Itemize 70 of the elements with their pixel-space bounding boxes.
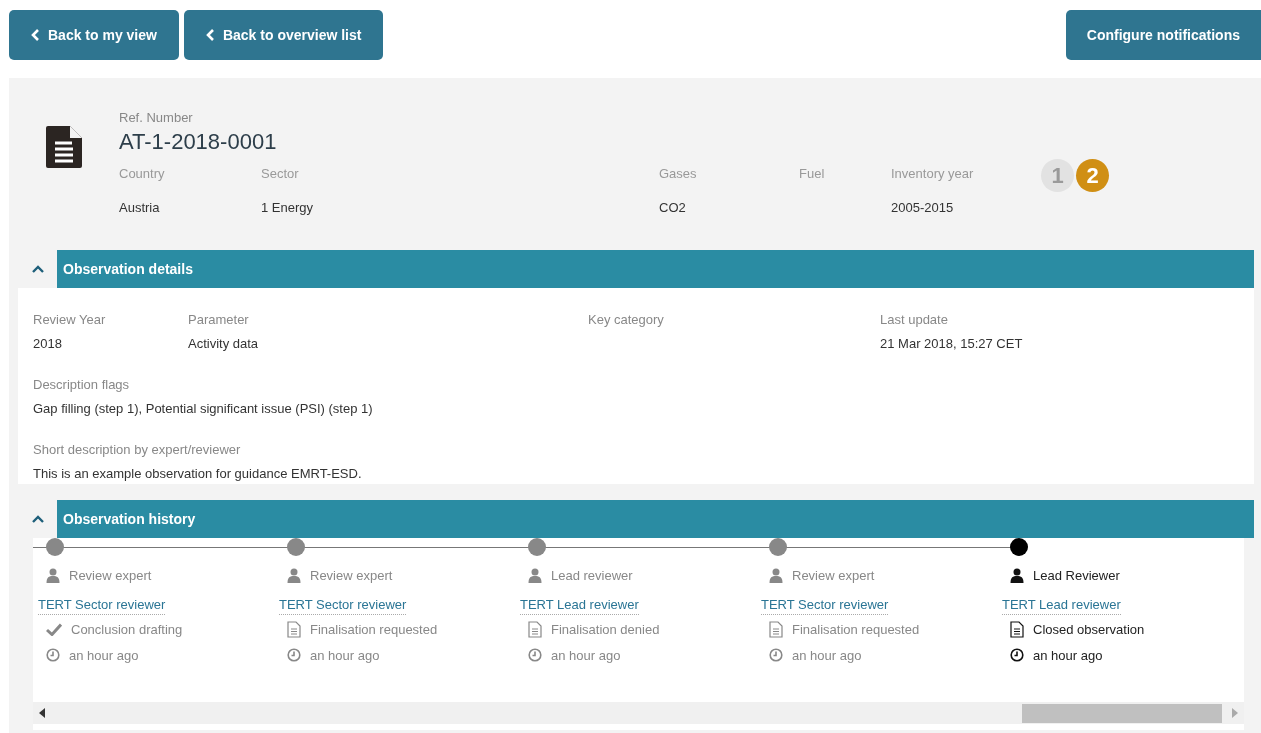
field-label: Country — [119, 164, 166, 183]
section-header[interactable]: Observation history — [57, 500, 1254, 538]
chevron-left-icon — [205, 29, 215, 41]
field-label: Gases — [659, 164, 698, 183]
person-icon — [287, 568, 301, 584]
action-text: Finalisation denied — [551, 621, 660, 639]
field-label: Key category — [588, 311, 665, 329]
configure-notifications-button[interactable]: Configure notifications — [1065, 10, 1261, 60]
field-value: This is an example observation for guidance EMRT-ESD. — [33, 464, 363, 483]
action-text: Finalisation requested — [792, 621, 920, 639]
field-value: CO2 — [659, 199, 687, 217]
field-value: Activity data — [188, 334, 260, 353]
field-label: Inventory year — [891, 164, 975, 183]
time-text: an hour ago — [310, 646, 380, 665]
time-text: an hour ago — [551, 646, 621, 665]
field-value: Gap filling (step 1), Potential significant issue (PSI) (step 1) — [33, 399, 374, 418]
user-link[interactable]: TERT Sector reviewer — [761, 594, 889, 615]
role-text: Lead reviewer — [551, 567, 633, 585]
role-text: Review expert — [69, 567, 152, 585]
document-icon — [46, 126, 82, 168]
back-button[interactable]: Back to overview list — [183, 10, 384, 60]
action-text: Conclusion drafting — [71, 621, 183, 639]
role-text: Review expert — [792, 567, 875, 585]
field-value: 21 Mar 2018, 15:27 CET — [880, 334, 1024, 353]
field-label: Sector — [261, 164, 300, 183]
clock-icon — [46, 648, 60, 663]
field-label: Review Year — [33, 311, 107, 329]
field-value: Austria — [119, 199, 161, 217]
ref-number: AT-1-2018-0001 — [119, 127, 278, 156]
chevron-left-icon — [31, 29, 40, 41]
field-value: 2018 — [33, 334, 63, 353]
field-value: 1 Energy — [261, 199, 315, 217]
clock-icon — [1010, 648, 1024, 663]
document-icon — [769, 621, 783, 639]
user-link[interactable]: TERT Sector reviewer — [279, 594, 407, 615]
clock-icon — [287, 648, 301, 663]
field-label: Parameter — [188, 311, 250, 329]
role-text: Review expert — [310, 567, 393, 585]
ref-number-label: Ref. Number — [119, 109, 194, 127]
person-icon — [528, 568, 542, 584]
time-text: an hour ago — [1033, 646, 1103, 665]
chevron-up-icon[interactable] — [31, 264, 44, 274]
time-text: an hour ago — [792, 646, 862, 665]
person-icon — [46, 568, 60, 584]
user-link[interactable]: TERT Lead reviewer — [1002, 594, 1121, 615]
step-badge[interactable]: 2 — [1076, 158, 1109, 192]
action-text: Finalisation requested — [310, 621, 438, 639]
user-link[interactable]: TERT Sector reviewer — [38, 594, 166, 615]
action-text: Closed observation — [1033, 621, 1145, 639]
person-icon — [769, 568, 783, 584]
field-label: Short description by expert/reviewer — [33, 441, 242, 459]
document-icon — [1010, 621, 1024, 639]
time-text: an hour ago — [69, 646, 139, 665]
section-header[interactable]: Observation details — [57, 250, 1254, 288]
field-label: Last update — [880, 311, 949, 329]
field-label: Fuel — [799, 164, 826, 183]
document-icon — [528, 621, 542, 639]
field-label: Description flags — [33, 376, 131, 394]
back-button[interactable]: Back to my view — [9, 10, 179, 60]
check-icon — [46, 623, 62, 637]
chevron-up-icon[interactable] — [31, 514, 44, 524]
clock-icon — [528, 648, 542, 663]
scrollbar-thumb[interactable] — [1022, 703, 1222, 723]
scroll-left-icon[interactable] — [39, 708, 45, 718]
role-text: Lead Reviewer — [1033, 567, 1120, 585]
person-icon — [1010, 568, 1024, 584]
clock-icon — [769, 648, 783, 663]
user-link[interactable]: TERT Lead reviewer — [520, 594, 639, 615]
field-value: 2005-2015 — [891, 199, 955, 217]
document-icon — [287, 621, 301, 639]
